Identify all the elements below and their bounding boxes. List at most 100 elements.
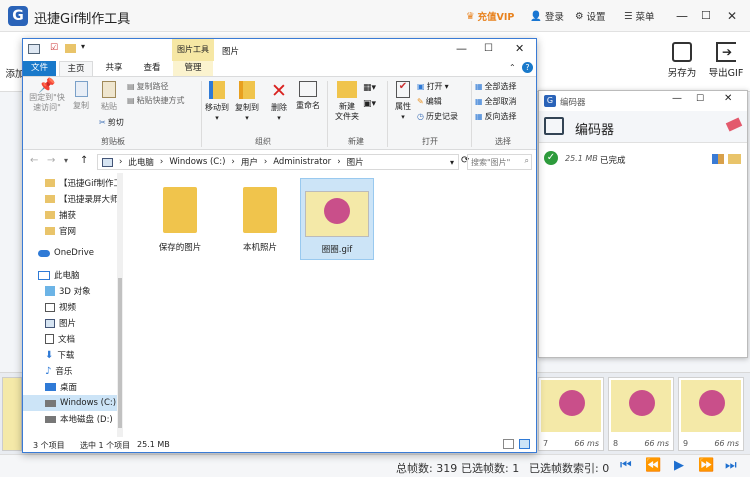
save-as-button[interactable]: 另存为	[662, 42, 702, 79]
nav-item[interactable]: 此电脑	[23, 267, 119, 283]
quick-access-check-icon[interactable]: ☑	[50, 43, 58, 53]
breadcrumb-item[interactable]: Windows (C:)	[169, 157, 225, 167]
copy-path-button[interactable]: ▤ 复制路径	[127, 81, 169, 92]
file-item[interactable]: 保存的图片	[143, 183, 217, 253]
ribbon-collapse-icon[interactable]: ⌃	[509, 63, 516, 72]
frame-thumb[interactable]: 8 66 ms	[608, 377, 674, 451]
explorer-minimize-button[interactable]: —	[456, 42, 467, 55]
address-bar-row: ← → ▾ ↑ › 此电脑 › Windows (C:) › 用户 › Adminis…	[23, 151, 536, 173]
menu-button[interactable]: ☰ 菜单	[624, 9, 655, 24]
tab-file[interactable]: 文件	[23, 61, 56, 76]
history-button[interactable]: ◷ 历史记录	[417, 111, 458, 122]
new-folder-button[interactable]: 新建 文件夹	[331, 81, 363, 122]
easy-access-icon[interactable]: ▣▾	[363, 99, 376, 109]
address-dropdown-icon[interactable]: ▾	[450, 158, 454, 167]
nav-item[interactable]: ♪ 音乐	[23, 363, 119, 379]
navigation-pane: 【迅捷Gif制作工 【迅捷录屏大师 捕获 官网 OneDrive 此电脑 3D …	[23, 173, 123, 437]
ribbon-separator	[201, 81, 202, 147]
nav-item[interactable]: 【迅捷Gif制作工	[23, 175, 122, 191]
help-icon[interactable]: ?	[522, 62, 533, 73]
properties-button[interactable]: ✔ 属性 ▾	[391, 81, 415, 122]
nav-item[interactable]: OneDrive	[23, 245, 119, 261]
frame-thumb[interactable]: 9 66 ms	[678, 377, 744, 451]
tab-share[interactable]: 共享	[97, 61, 131, 76]
address-input[interactable]: › 此电脑 › Windows (C:) › 用户 › Administrator › …	[97, 154, 459, 170]
open-button[interactable]: ▣ 打开 ▾	[417, 81, 449, 92]
close-button[interactable]: ✕	[727, 9, 737, 23]
explorer-maximize-button[interactable]: ☐	[484, 43, 493, 54]
breadcrumb-item[interactable]: 图片	[347, 156, 364, 168]
gear-icon: ⚙	[575, 10, 584, 22]
breadcrumb-item[interactable]: 用户	[241, 156, 258, 168]
forward-arrow-icon[interactable]: →	[47, 155, 55, 166]
cut-button[interactable]: ✂ 剪切	[99, 117, 124, 128]
quick-access-folder-icon[interactable]	[65, 44, 76, 53]
nav-item[interactable]: 【迅捷录屏大师	[23, 191, 119, 207]
encoder-minimize-button[interactable]: —	[672, 93, 682, 104]
maximize-button[interactable]: ☐	[701, 9, 711, 22]
frame-thumb[interactable]: 7 66 ms	[538, 377, 604, 451]
nav-item[interactable]: 3D 对象	[23, 283, 119, 299]
minimize-button[interactable]: —	[676, 9, 688, 23]
file-item[interactable]: 本机照片	[223, 183, 297, 253]
nav-item[interactable]: ⬇ 下载	[23, 347, 119, 363]
select-all-button[interactable]: ▦ 全部选择	[475, 81, 517, 92]
first-frame-button[interactable]: ⏮	[620, 458, 632, 473]
file-item-selected[interactable]: 圈圈.gif	[300, 178, 374, 260]
hamburger-icon: ☰	[624, 10, 633, 22]
next-frame-button[interactable]: ⏩	[698, 458, 714, 473]
invert-selection-button[interactable]: ▦ 反向选择	[475, 111, 517, 122]
folder-open-icon[interactable]	[728, 154, 741, 164]
nav-item[interactable]: 桌面	[23, 379, 119, 395]
nav-item[interactable]: 文档	[23, 331, 119, 347]
nav-item[interactable]: 视频	[23, 299, 119, 315]
search-input[interactable]: 搜索"图片" ⌕	[467, 154, 532, 170]
nav-item[interactable]: 图片	[23, 315, 119, 331]
breadcrumb-item[interactable]: Administrator	[273, 157, 331, 167]
tab-home[interactable]: 主页	[59, 61, 93, 76]
paste-button[interactable]: 粘贴	[97, 81, 121, 112]
recent-dropdown-icon[interactable]: ▾	[64, 156, 68, 165]
gif-thumbnail	[305, 191, 369, 237]
breadcrumb-item[interactable]: 此电脑	[128, 156, 154, 168]
computer-icon	[38, 270, 50, 280]
pin-quick-access-button[interactable]: 📌 固定到"快 速访问"	[27, 79, 67, 113]
details-view-icon[interactable]	[503, 439, 514, 449]
login-button[interactable]: 👤 登录	[530, 9, 564, 24]
up-arrow-icon[interactable]: ↑	[80, 155, 88, 166]
settings-button[interactable]: ⚙ 设置	[575, 9, 606, 24]
vip-button[interactable]: ♛ 充值VIP	[466, 9, 514, 24]
prev-frame-button[interactable]: ⏪	[645, 458, 661, 473]
play-button[interactable]: ▶	[674, 458, 684, 473]
frame-image	[541, 380, 601, 432]
delete-button[interactable]: ✕ 删除 ▾	[267, 81, 291, 123]
export-gif-button[interactable]: ➔ 导出GIF	[704, 42, 748, 79]
paste-shortcut-button[interactable]: ▤ 粘贴快捷方式	[127, 95, 185, 106]
select-group-label: 选择	[495, 137, 511, 146]
nav-item[interactable]: 官网	[23, 223, 119, 239]
edit-button[interactable]: ✎ 编辑	[417, 96, 442, 107]
move-to-button[interactable]: 移动到 ▾	[203, 81, 231, 123]
explorer-close-button[interactable]: ✕	[515, 42, 524, 55]
copy-to-button[interactable]: 复制到 ▾	[233, 81, 261, 123]
eraser-icon[interactable]	[725, 117, 743, 132]
nav-item[interactable]: 捕获	[23, 207, 119, 223]
ribbon-separator	[471, 81, 472, 147]
copy-button[interactable]: 复制	[69, 81, 93, 111]
tab-view[interactable]: 查看	[135, 61, 169, 76]
image-preview-icon[interactable]	[712, 154, 724, 164]
nav-item-selected[interactable]: Windows (C:)	[23, 395, 119, 411]
export-icon: ➔	[716, 42, 736, 62]
new-item-icon[interactable]: ▦▾	[363, 83, 376, 93]
tab-manage[interactable]: 管理	[173, 61, 213, 76]
select-none-button[interactable]: ▦ 全部取消	[475, 96, 517, 107]
back-arrow-icon[interactable]: ←	[30, 155, 38, 166]
quick-access-dropdown-icon[interactable]: ▾	[81, 42, 85, 51]
filmstrip-left-thumb[interactable]	[2, 377, 22, 451]
large-icons-view-icon[interactable]	[519, 439, 530, 449]
last-frame-button[interactable]: ⏭	[725, 458, 737, 473]
rename-button[interactable]: 重命名	[293, 81, 323, 111]
encoder-maximize-button[interactable]: ☐	[696, 94, 704, 104]
encoder-close-button[interactable]: ✕	[724, 93, 732, 104]
nav-item[interactable]: 本地磁盘 (D:)	[23, 411, 119, 427]
